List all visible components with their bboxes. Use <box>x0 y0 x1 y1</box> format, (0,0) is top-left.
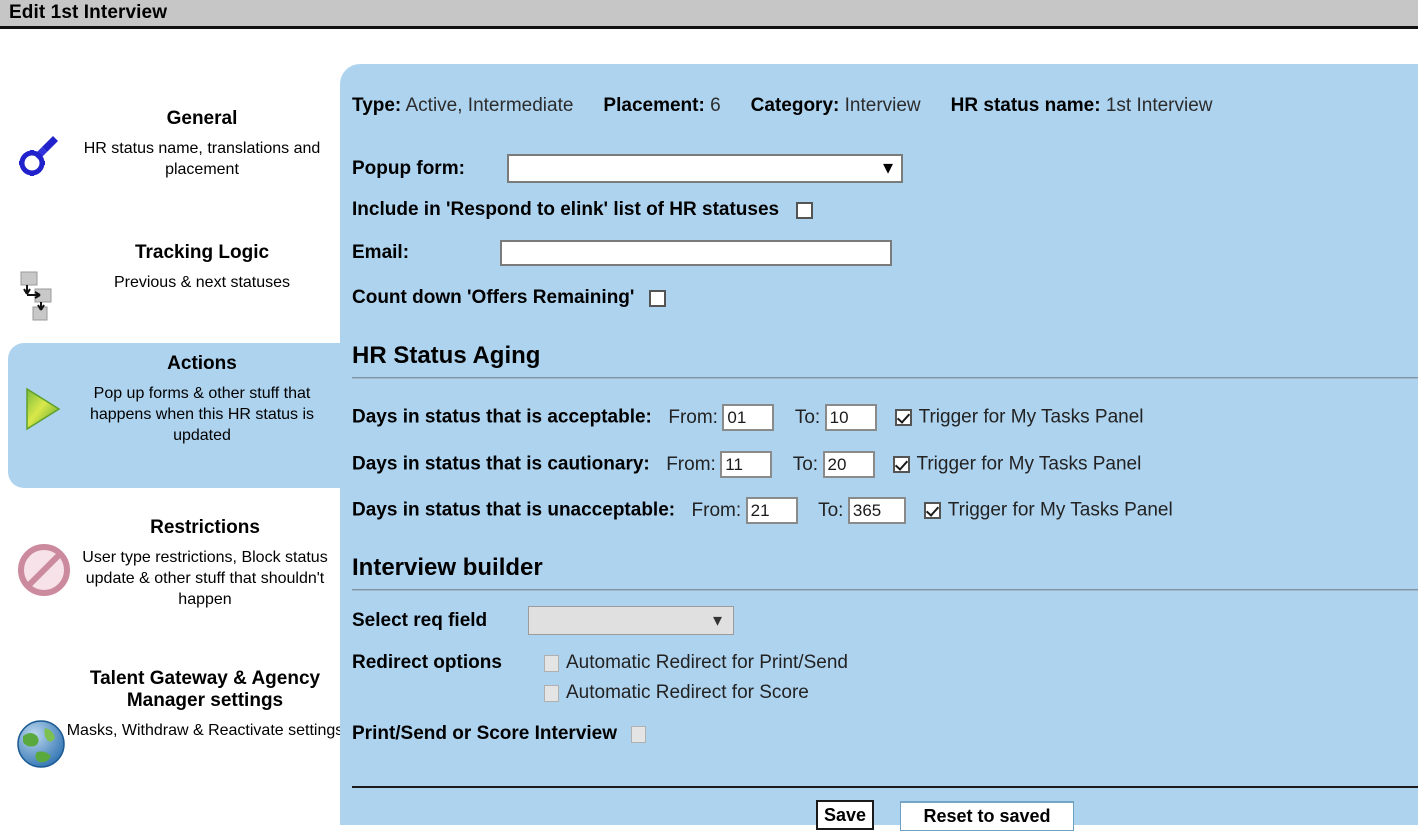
window-title: Edit 1st Interview <box>9 2 168 23</box>
sidebar-item-title-tracking-logic: Tracking Logic <box>134 242 270 263</box>
aging-from-input-unacceptable[interactable] <box>745 497 798 524</box>
aging-to-input-acceptable[interactable] <box>824 404 877 431</box>
sidebar-item-title-general: General <box>166 108 238 129</box>
flowchart-icon <box>14 270 68 327</box>
redirect-score-label: Automatic Redirect for Score <box>566 682 809 703</box>
aging-from-label-acceptable: From: <box>668 406 718 428</box>
sidebar-item-title-restrictions: Restrictions <box>150 517 260 538</box>
aging-to-label-acceptable: To: <box>794 406 821 428</box>
redirect-score-checkbox[interactable] <box>544 684 559 702</box>
interview-builder-heading: Interview builder <box>352 554 543 581</box>
interview-builder-divider <box>352 589 1418 591</box>
popup-form-select-wrap: ▾ <box>507 154 903 183</box>
select-req-field-select[interactable] <box>528 606 734 635</box>
aging-trigger-label-cautionary: Trigger for My Tasks Panel <box>916 453 1142 475</box>
summary-hr-status-name: HR status name: 1st Interview <box>951 95 1213 116</box>
sidebar-item-desc-restrictions: User type restrictions, Block status upd… <box>82 549 328 608</box>
aging-label-unacceptable: Days in status that is unacceptable: <box>352 499 676 521</box>
aging-to-label-unacceptable: To: <box>818 499 844 521</box>
aging-from-label-unacceptable: From: <box>691 499 742 521</box>
hr-status-aging-divider <box>352 377 1418 379</box>
sidebar-item-restrictions[interactable]: Restrictions User type restrictions, Blo… <box>0 517 341 662</box>
aging-to-input-unacceptable[interactable] <box>847 497 906 524</box>
summary-category-value: Interview <box>844 95 921 116</box>
redirect-options-label: Redirect options <box>352 652 502 673</box>
sidebar-item-tracking-logic[interactable]: Tracking Logic Previous & next statuses <box>0 242 341 352</box>
include-elink-label: Include in 'Respond to elink' list of HR… <box>352 199 780 220</box>
wrench-gear-icon <box>14 130 68 183</box>
aging-to-input-cautionary[interactable] <box>822 451 875 478</box>
count-down-offers-checkbox[interactable] <box>648 289 666 307</box>
redirect-options-row: Redirect options Automatic Redirect for P… <box>352 652 848 674</box>
sidebar-item-desc-talent-gateway: Masks, Withdraw & Reactivate settings <box>66 722 344 739</box>
summary-type-value: Active, Intermediate <box>405 95 574 116</box>
footer-divider <box>352 786 1418 788</box>
aging-to-label-cautionary: To: <box>792 453 819 475</box>
summary-category-label: Category: <box>750 95 840 116</box>
no-entry-icon <box>16 542 70 603</box>
aging-row-acceptable: Days in status that is acceptable: From:… <box>352 404 1144 431</box>
summary-category: Category: Interview <box>751 95 921 116</box>
aging-row-unacceptable: Days in status that is unacceptable: Fro… <box>352 497 1173 524</box>
summary-placement: Placement: 6 <box>603 95 720 116</box>
aging-trigger-checkbox-cautionary[interactable] <box>892 456 910 473</box>
select-req-field-label: Select req field <box>352 609 488 631</box>
globe-icon <box>14 718 68 775</box>
popup-form-label: Popup form: <box>352 157 465 179</box>
summary-placement-value: 6 <box>710 95 721 116</box>
aging-from-label-cautionary: From: <box>666 453 716 475</box>
summary-hr-status-name-label: HR status name: <box>950 95 1101 116</box>
email-input[interactable] <box>500 240 892 266</box>
summary-type-label: Type: <box>352 95 402 116</box>
count-down-offers-label: Count down 'Offers Remaining' <box>352 287 635 308</box>
print-send-or-score-checkbox[interactable] <box>631 725 647 743</box>
summary-type: Type: Active, Intermediate <box>352 95 573 116</box>
main-settings-panel: Type: Active, Intermediate Placement: 6 Ca… <box>340 64 1418 825</box>
aging-trigger-label-acceptable: Trigger for My Tasks Panel <box>918 406 1144 428</box>
aging-trigger-checkbox-acceptable[interactable] <box>895 409 913 426</box>
include-elink-row: Include in 'Respond to elink' list of HR… <box>352 199 815 221</box>
reset-to-saved-button[interactable]: Reset to saved <box>900 801 1074 831</box>
aging-label-acceptable: Days in status that is acceptable: <box>352 406 652 428</box>
aging-from-input-cautionary[interactable] <box>720 451 773 478</box>
redirect-score-row: Automatic Redirect for Score <box>542 682 809 704</box>
aging-label-cautionary: Days in status that is cautionary: <box>352 453 650 475</box>
sidebar-item-actions[interactable]: Actions Pop up forms & other stuff that … <box>8 343 341 488</box>
aging-from-input-acceptable[interactable] <box>722 404 775 431</box>
count-down-offers-row: Count down 'Offers Remaining' <box>352 287 668 309</box>
sidebar: General HR status name, translations and… <box>0 32 344 825</box>
redirect-print-send-label: Automatic Redirect for Print/Send <box>566 652 848 673</box>
sidebar-item-desc-tracking-logic: Previous & next statuses <box>113 274 291 291</box>
sidebar-item-desc-actions: Pop up forms & other stuff that happens … <box>89 385 315 444</box>
save-button[interactable]: Save <box>816 800 874 830</box>
email-row: Email: <box>352 240 892 266</box>
aging-trigger-checkbox-unacceptable[interactable] <box>924 502 942 519</box>
popup-form-row: Popup form: ▾ <box>352 154 903 183</box>
summary-placement-label: Placement: <box>603 95 705 116</box>
include-elink-checkbox[interactable] <box>795 201 813 219</box>
green-play-arrow-icon <box>14 383 68 440</box>
status-summary-row: Type: Active, Intermediate Placement: 6 Ca… <box>352 95 1418 123</box>
print-send-or-score-row: Print/Send or Score Interview <box>352 723 648 745</box>
sidebar-item-title-actions: Actions <box>167 353 237 374</box>
hr-status-aging-heading: HR Status Aging <box>352 342 541 369</box>
print-send-or-score-label: Print/Send or Score Interview <box>352 723 618 744</box>
popup-form-select[interactable] <box>507 154 903 183</box>
sidebar-item-desc-general: HR status name, translations and placeme… <box>83 140 321 178</box>
window-title-bar: Edit 1st Interview <box>0 0 1418 29</box>
email-label: Email: <box>352 242 410 263</box>
aging-trigger-label-unacceptable: Trigger for My Tasks Panel <box>947 499 1173 521</box>
summary-hr-status-name-value: 1st Interview <box>1105 95 1213 116</box>
select-req-field-wrap: ▾ <box>528 606 734 635</box>
select-req-field-row: Select req field ▾ <box>352 606 734 635</box>
aging-row-cautionary: Days in status that is cautionary: From:… <box>352 451 1141 478</box>
redirect-print-send-checkbox[interactable] <box>544 654 559 672</box>
sidebar-item-title-talent-gateway: Talent Gateway & Agency Manager settings <box>89 668 321 711</box>
sidebar-item-general[interactable]: General HR status name, translations and… <box>0 108 341 238</box>
sidebar-item-talent-gateway[interactable]: Talent Gateway & Agency Manager settings… <box>0 668 344 818</box>
